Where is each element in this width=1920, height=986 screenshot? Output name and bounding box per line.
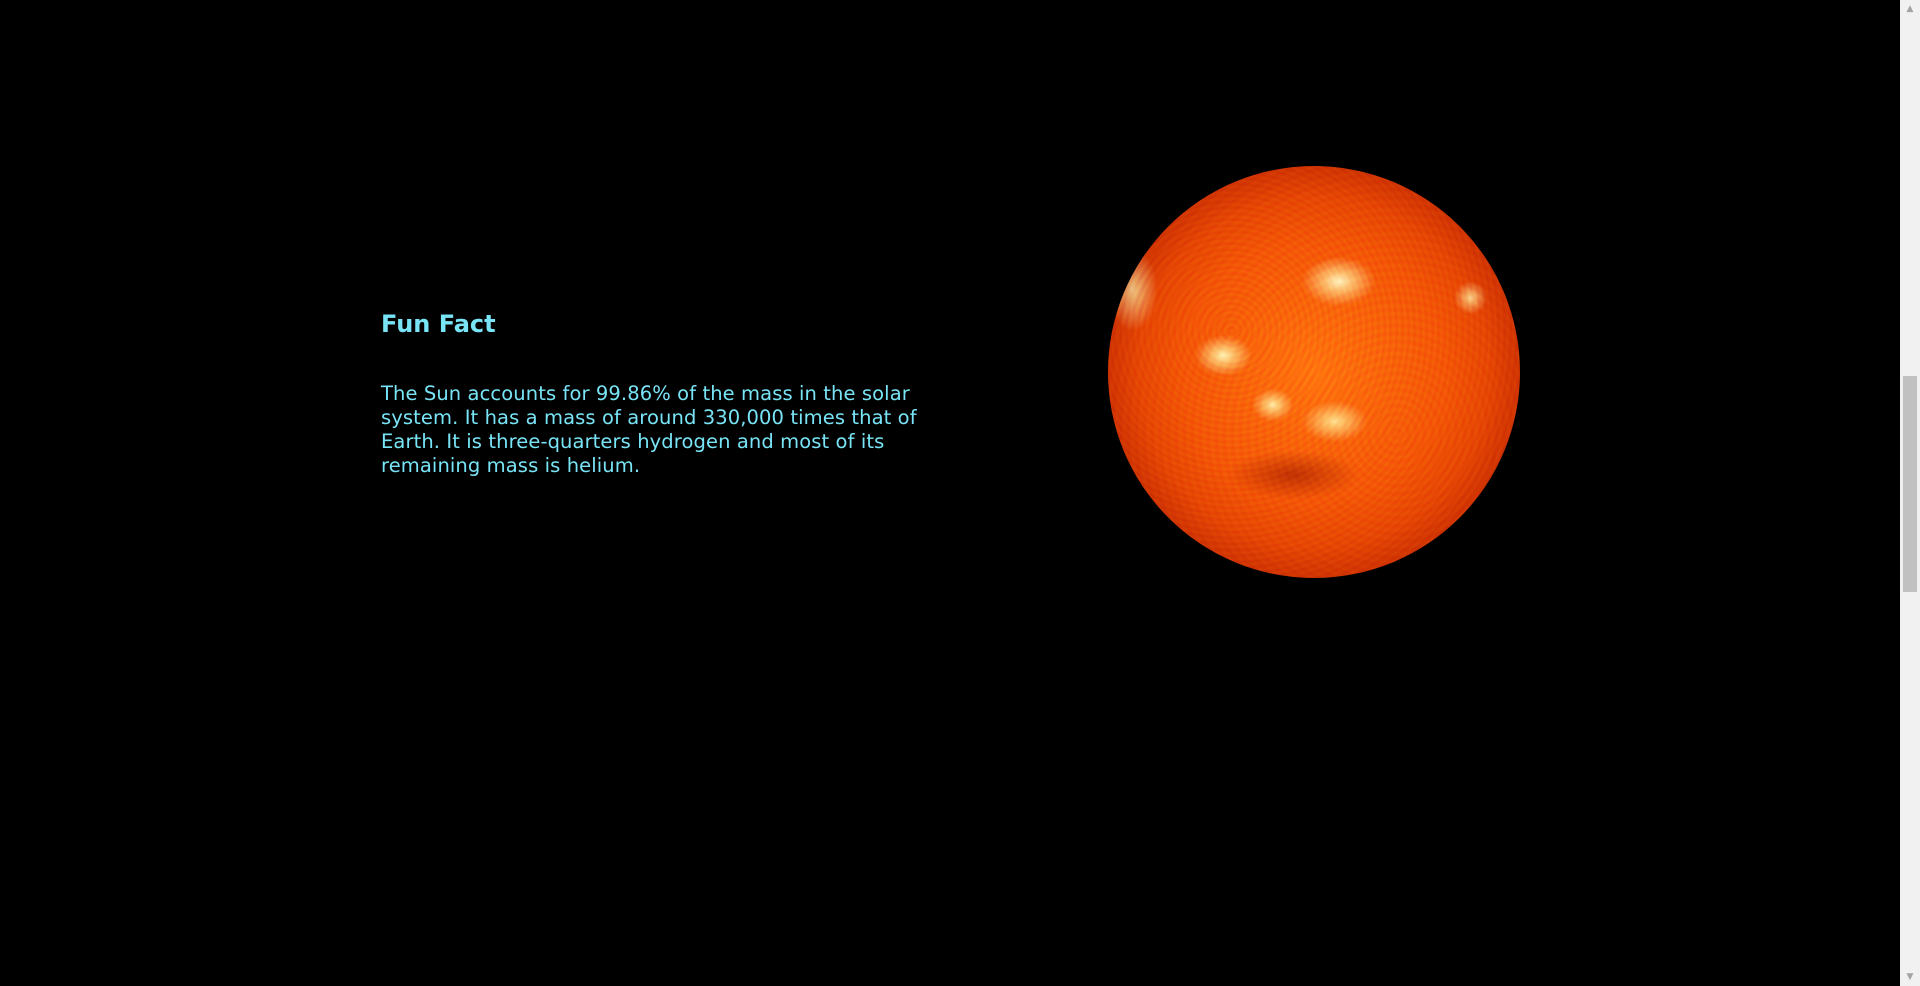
scrollbar-thumb[interactable] bbox=[1903, 376, 1917, 592]
chevron-up-icon[interactable]: ▲ bbox=[1900, 0, 1920, 18]
fun-fact-title: Fun Fact bbox=[381, 310, 496, 338]
page-content: Fun Fact The Sun accounts for 99.86% of … bbox=[0, 0, 1900, 986]
fun-fact-section: Fun Fact The Sun accounts for 99.86% of … bbox=[381, 308, 941, 478]
chevron-down-icon[interactable]: ▼ bbox=[1900, 968, 1920, 986]
sun-image bbox=[1108, 166, 1520, 578]
sun-surface-texture bbox=[1108, 166, 1520, 578]
fun-fact-text: The Sun accounts for 99.86% of the mass … bbox=[381, 382, 917, 477]
vertical-scrollbar[interactable]: ▲ ▼ bbox=[1900, 0, 1920, 986]
